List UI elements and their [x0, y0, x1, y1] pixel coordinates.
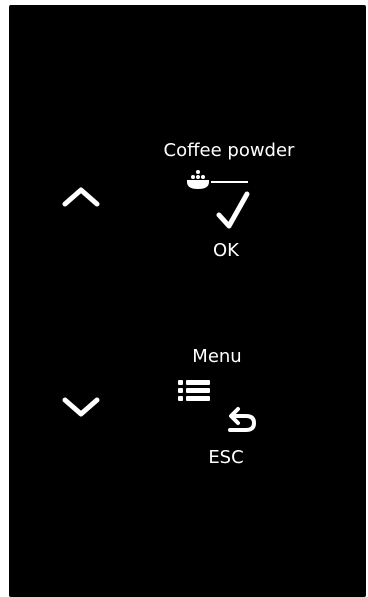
ok-label: OK: [213, 240, 239, 261]
coffee-powder-ok-button[interactable]: Coffee powder OK: [139, 135, 309, 265]
down-button[interactable]: [55, 379, 107, 431]
menu-esc-button[interactable]: Menu ESC: [139, 345, 309, 475]
return-arrow-icon: [228, 407, 256, 432]
chevron-down-icon: [62, 397, 100, 417]
menu-list-icon: [178, 380, 210, 401]
display-screen: Coffee powder OK Menu ESC: [9, 5, 366, 597]
checkmark-icon: [216, 191, 250, 229]
menu-title: Menu: [192, 346, 242, 367]
coffee-powder-title: Coffee powder: [163, 140, 295, 161]
esc-label: ESC: [208, 447, 244, 468]
chevron-up-icon: [62, 187, 100, 207]
up-button[interactable]: [55, 173, 107, 225]
